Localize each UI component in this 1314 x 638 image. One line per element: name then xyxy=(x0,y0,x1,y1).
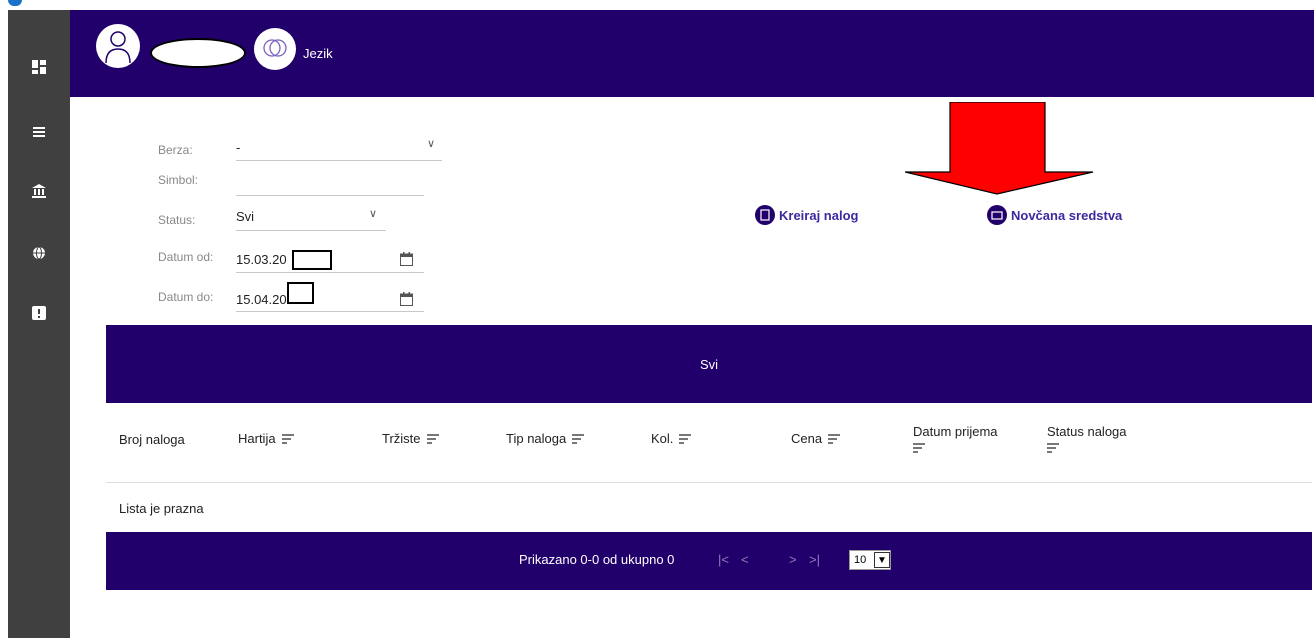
berza-label: Berza: xyxy=(158,143,193,157)
datum-od-input[interactable]: 15.03.20 xyxy=(236,252,287,267)
create-order-label: Kreiraj nalog xyxy=(779,207,859,223)
datum-od-label: Datum od: xyxy=(158,250,214,264)
chevron-down-icon[interactable]: ∨ xyxy=(369,207,377,220)
tab-all-label: Svi xyxy=(699,356,719,372)
dashboard-icon[interactable] xyxy=(32,60,46,74)
pagination-bar: Prikazano 0-0 od ukupno 0 |< < > >| 10 ▼ xyxy=(106,532,1312,590)
redaction-box xyxy=(287,282,314,304)
calendar-icon[interactable] xyxy=(400,292,413,306)
sort-icon xyxy=(679,434,692,444)
tab-all[interactable]: Svi xyxy=(106,325,1312,403)
report-icon[interactable] xyxy=(32,306,46,320)
top-header: Jezik xyxy=(70,10,1314,97)
col-cena[interactable]: Cena xyxy=(791,431,841,446)
col-status-naloga[interactable]: Status naloga xyxy=(1047,424,1127,453)
bank-icon[interactable] xyxy=(32,184,46,198)
col-datum-prijema[interactable]: Datum prijema xyxy=(913,424,998,453)
funds-label: Novčana sredstva xyxy=(1011,207,1123,223)
user-avatar[interactable] xyxy=(96,24,140,68)
sort-icon xyxy=(913,443,925,453)
last-page-button[interactable]: >| xyxy=(809,552,820,567)
wallet-icon xyxy=(987,205,1007,225)
prev-page-button[interactable]: < xyxy=(741,552,749,567)
col-hartija[interactable]: Hartija xyxy=(238,431,294,446)
sort-icon xyxy=(426,434,439,444)
col-broj-naloga[interactable]: Broj naloga xyxy=(119,432,185,447)
col-trziste[interactable]: Tržiste xyxy=(382,431,439,446)
chevron-down-icon: ▼ xyxy=(874,552,890,568)
col-kolicina[interactable]: Kol. xyxy=(651,431,692,446)
pagination-info: Prikazano 0-0 od ukupno 0 xyxy=(519,552,675,567)
simbol-label: Simbol: xyxy=(158,173,199,187)
redaction-box xyxy=(292,250,332,270)
sort-icon xyxy=(281,434,294,444)
chevron-down-icon[interactable]: ∨ xyxy=(427,137,435,150)
list-icon[interactable] xyxy=(32,124,46,138)
status-label: Status: xyxy=(158,213,196,227)
language-label[interactable]: Jezik xyxy=(303,46,333,61)
language-icon[interactable] xyxy=(254,28,296,70)
funds-button[interactable]: Novčana sredstva xyxy=(987,205,1122,225)
datum-do-label: Datum do: xyxy=(158,290,214,304)
next-page-button[interactable]: > xyxy=(789,552,797,567)
page-size-select[interactable]: 10 ▼ xyxy=(849,550,891,570)
first-page-button[interactable]: |< xyxy=(718,552,729,567)
sort-icon xyxy=(572,434,585,444)
sort-icon xyxy=(1047,443,1059,453)
empty-list-message: Lista je prazna xyxy=(106,484,1312,532)
order-icon xyxy=(755,205,775,225)
table-header: Broj naloga Hartija Tržiste Tip naloga K… xyxy=(106,403,1312,483)
col-tip-naloga[interactable]: Tip naloga xyxy=(506,431,585,446)
berza-select[interactable]: - xyxy=(236,140,240,155)
status-select[interactable]: Svi xyxy=(236,209,254,224)
annotation-arrow xyxy=(905,102,1094,195)
sidebar xyxy=(8,10,70,638)
calendar-icon[interactable] xyxy=(400,252,413,266)
page: Jezik Berza: - ∨ Simbol: Status: Svi ∨ D… xyxy=(0,0,1314,638)
globe-icon[interactable] xyxy=(32,246,46,260)
browser-top-strip xyxy=(0,0,1314,10)
create-order-button[interactable]: Kreiraj nalog xyxy=(755,205,858,225)
sort-icon xyxy=(828,434,841,444)
page-size-value: 10 xyxy=(854,554,867,566)
redacted-username xyxy=(150,38,246,68)
